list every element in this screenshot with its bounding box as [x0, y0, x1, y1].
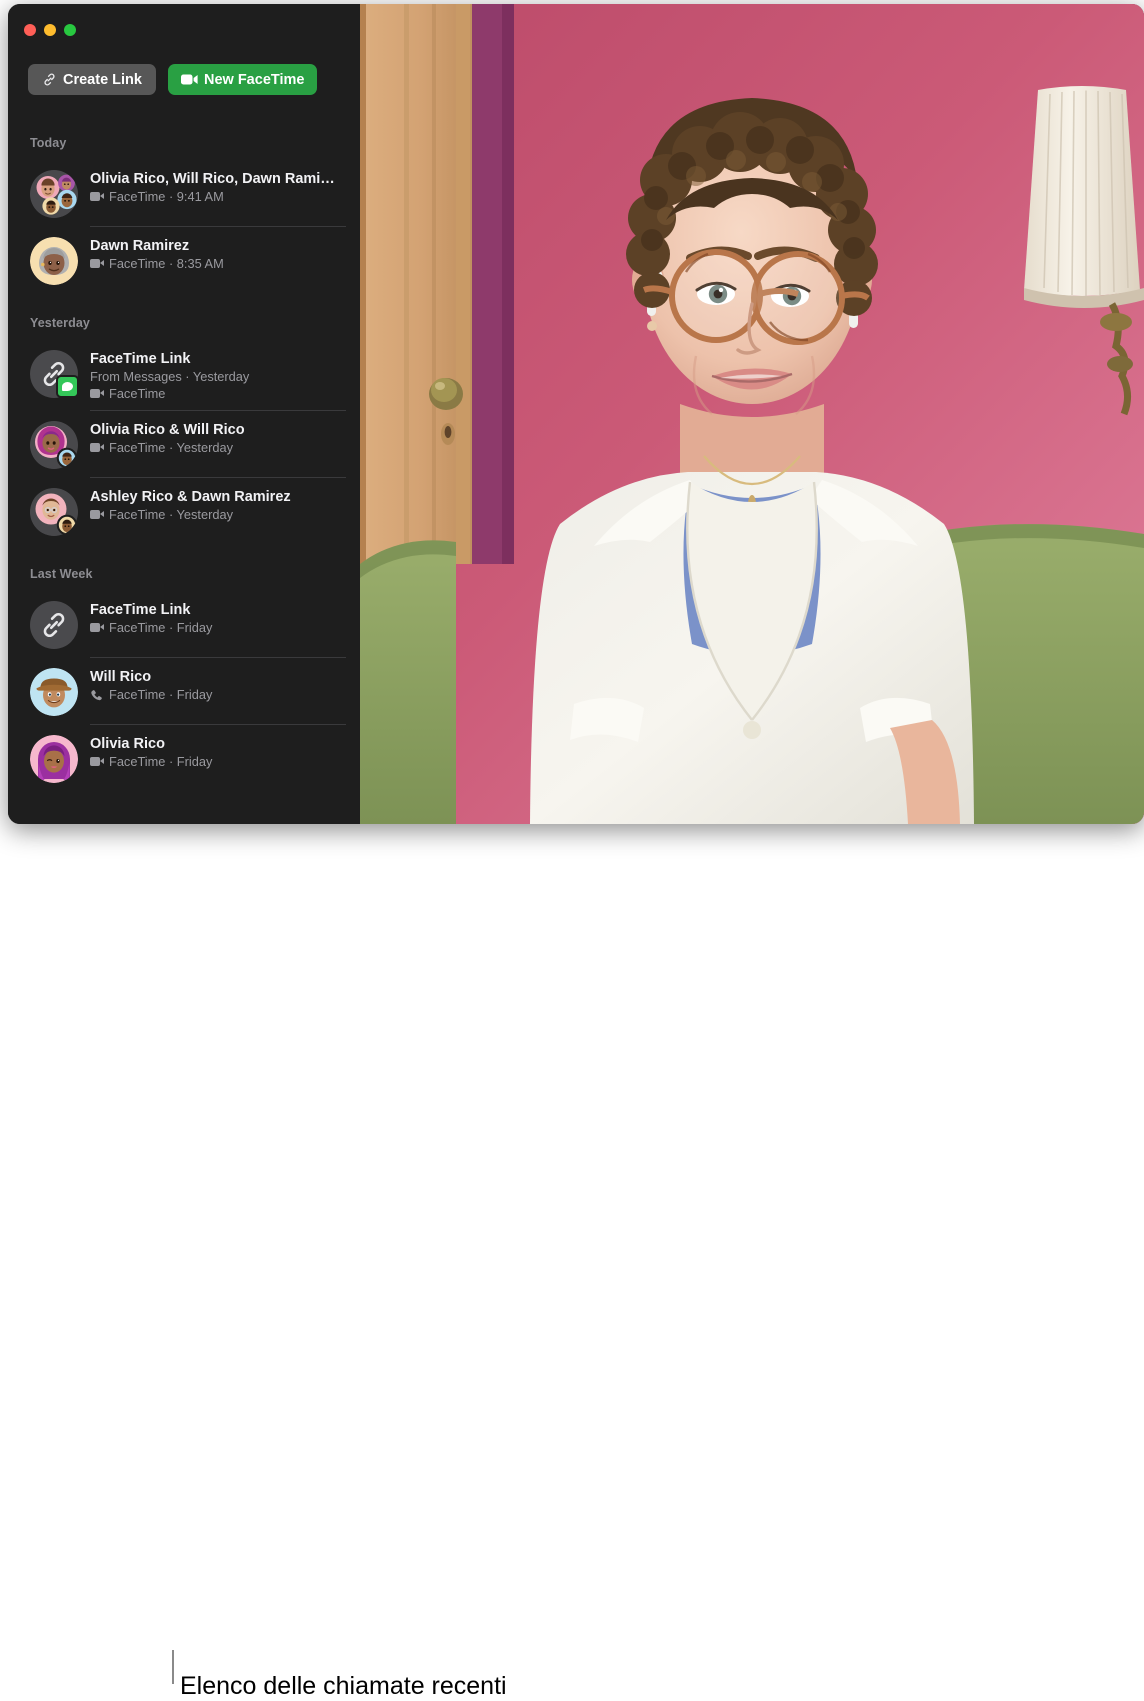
list-item-title: Dawn Ramirez	[90, 238, 190, 254]
list-item-subtitle: FaceTime · Friday	[90, 619, 346, 636]
list-item-source: From Messages · Yesterday	[90, 369, 250, 384]
list-item[interactable]: Ashley Rico & Dawn Ramirez FaceTime · Ye…	[8, 478, 360, 545]
list-item-text: Olivia Rico FaceTime · Friday	[90, 734, 346, 770]
list-item-title: Olivia Rico & Will Rico	[90, 422, 245, 438]
zoom-button[interactable]	[64, 24, 76, 36]
video-camera-icon	[180, 74, 198, 85]
list-item-subtitle: FaceTime · Friday	[90, 686, 346, 703]
list-item[interactable]: Olivia Rico & Will Rico FaceTime · Yeste…	[8, 411, 360, 478]
phone-icon	[90, 689, 104, 701]
avatar	[30, 601, 78, 649]
avatar	[30, 488, 78, 536]
avatar	[30, 735, 78, 783]
list-item-subtitle-text: FaceTime · Friday	[109, 687, 213, 702]
list-item-text: FaceTime Link FaceTime · Friday	[90, 600, 346, 636]
list-item-title: Will Rico	[90, 669, 152, 685]
avatar	[30, 421, 78, 469]
recent-calls-list[interactable]: Today Olivia Rico, Will Rico, Dawn Rami……	[8, 114, 360, 824]
list-item-subtitle-text: FaceTime · 8:35 AM	[109, 256, 224, 271]
caption-label: Elenco delle chiamate recenti	[180, 1672, 507, 1700]
memoji-olivia-will-avatar	[30, 421, 78, 469]
memoji-will-avatar	[30, 668, 78, 716]
list-item[interactable]: Dawn Ramirez FaceTime · 8:35 AM	[8, 227, 360, 294]
list-item-text: FaceTime Link From Messages · Yesterday …	[90, 349, 346, 402]
sidebar: Create Link New FaceTime Today Olivia Ri…	[8, 4, 360, 824]
list-item-title: FaceTime Link	[90, 351, 191, 367]
list-item-subtitle-text: FaceTime	[109, 386, 166, 401]
section-header-last-week: Last Week	[30, 567, 93, 581]
list-item-subtitle: FaceTime · Yesterday	[90, 439, 346, 456]
list-item-subtitle: FaceTime	[90, 385, 346, 402]
list-item[interactable]: Will Rico FaceTime · Friday	[8, 658, 360, 725]
list-item-subtitle: FaceTime · Yesterday	[90, 506, 346, 523]
list-item-text: Dawn Ramirez FaceTime · 8:35 AM	[90, 236, 346, 272]
list-item-subtitle-text: FaceTime · Yesterday	[109, 440, 233, 455]
create-link-button[interactable]: Create Link	[28, 64, 156, 95]
list-item-subtitle: FaceTime · 8:35 AM	[90, 255, 346, 272]
list-item-text: Olivia Rico & Will Rico FaceTime · Yeste…	[90, 420, 346, 456]
section-header-yesterday: Yesterday	[30, 316, 90, 330]
caption-leader-line	[172, 1650, 174, 1684]
list-item-subtitle: FaceTime · 9:41 AM	[90, 188, 346, 205]
video-feed[interactable]	[360, 4, 1144, 824]
memoji-ashley-dawn-avatar	[30, 488, 78, 536]
link-icon	[42, 72, 57, 87]
video-camera-icon	[90, 623, 104, 632]
avatar	[30, 237, 78, 285]
video-camera-icon	[90, 259, 104, 268]
sidebar-toolbar: Create Link New FaceTime	[28, 64, 318, 95]
list-item[interactable]: FaceTime Link FaceTime · Friday	[8, 591, 360, 658]
video-camera-icon	[90, 757, 104, 766]
avatar	[30, 668, 78, 716]
group-memoji-avatar	[30, 170, 78, 218]
link-icon	[30, 601, 78, 649]
list-item-subtitle-text: FaceTime · Friday	[109, 620, 213, 635]
list-item[interactable]: FaceTime Link From Messages · Yesterday …	[8, 340, 360, 411]
list-item-text: Ashley Rico & Dawn Ramirez FaceTime · Ye…	[90, 487, 346, 523]
memoji-olivia-avatar	[30, 735, 78, 783]
messages-badge-icon	[56, 375, 79, 398]
caption-area: Elenco delle chiamate recenti	[0, 824, 1144, 1700]
close-button[interactable]	[24, 24, 36, 36]
list-item[interactable]: Olivia Rico FaceTime · Friday	[8, 725, 360, 792]
list-item-text: Will Rico FaceTime · Friday	[90, 667, 346, 703]
memoji-dawn-avatar	[30, 237, 78, 285]
list-item-title: Ashley Rico & Dawn Ramirez	[90, 489, 291, 505]
list-item-subtitle-text: FaceTime · Friday	[109, 754, 213, 769]
list-item-subtitle-text: FaceTime · 9:41 AM	[109, 189, 224, 204]
minimize-button[interactable]	[44, 24, 56, 36]
list-item-text: Olivia Rico, Will Rico, Dawn Rami… FaceT…	[90, 169, 346, 205]
list-item-subtitle: FaceTime · Friday	[90, 753, 346, 770]
video-frame	[360, 4, 1144, 824]
new-facetime-button[interactable]: New FaceTime	[167, 64, 318, 95]
list-item[interactable]: Olivia Rico, Will Rico, Dawn Rami… FaceT…	[8, 160, 360, 227]
avatar	[30, 170, 78, 218]
window-controls	[24, 24, 76, 36]
avatar	[30, 350, 79, 398]
video-camera-icon	[90, 510, 104, 519]
list-item-subtitle-text: FaceTime · Yesterday	[109, 507, 233, 522]
section-header-today: Today	[30, 136, 67, 150]
list-item-title: Olivia Rico, Will Rico, Dawn Rami…	[90, 171, 335, 187]
video-camera-icon	[90, 389, 104, 398]
list-item-title: FaceTime Link	[90, 602, 191, 618]
video-camera-icon	[90, 192, 104, 201]
new-facetime-label: New FaceTime	[203, 71, 305, 88]
facetime-window: Create Link New FaceTime Today Olivia Ri…	[8, 4, 1144, 824]
create-link-label: Create Link	[63, 71, 142, 88]
video-camera-icon	[90, 443, 104, 452]
list-item-title: Olivia Rico	[90, 736, 165, 752]
